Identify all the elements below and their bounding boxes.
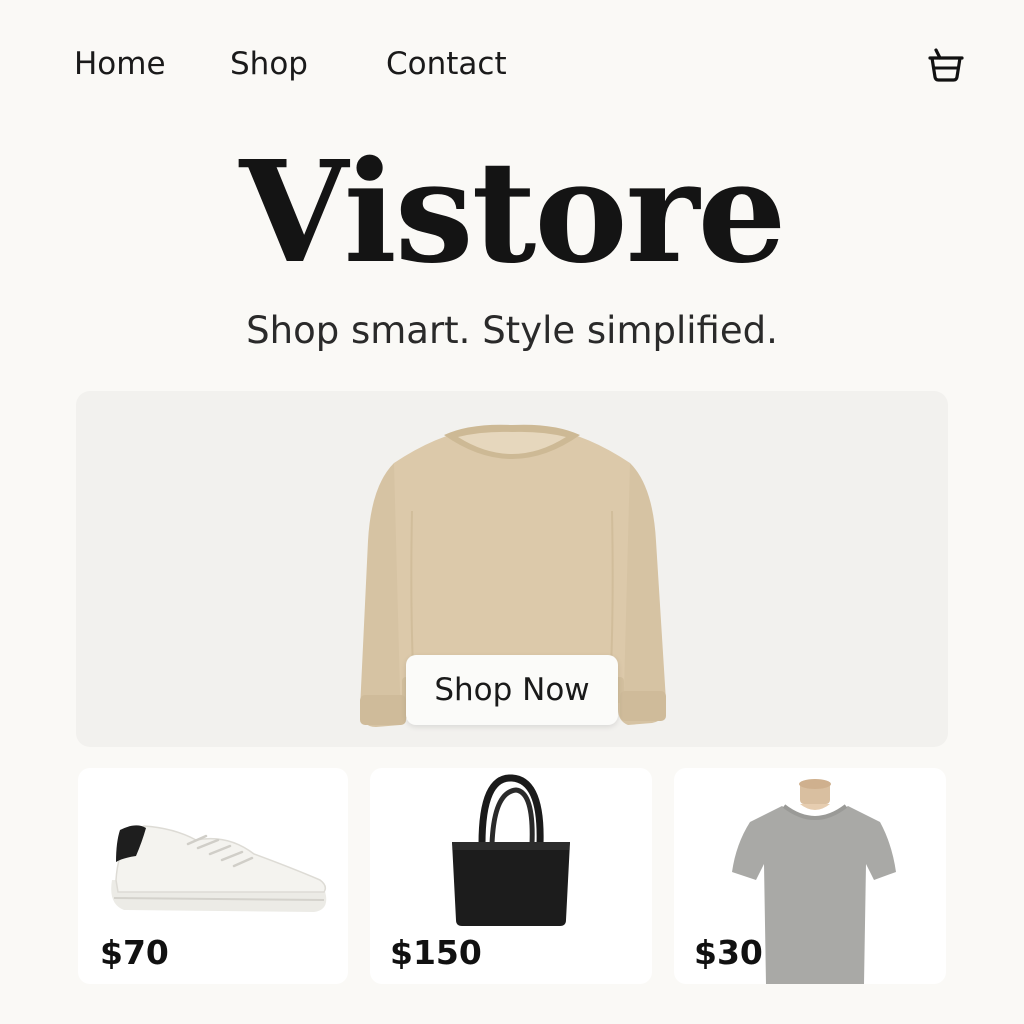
top-nav: Home Shop Contact bbox=[0, 0, 1024, 120]
product-card[interactable]: $150 bbox=[370, 768, 652, 984]
shop-now-button[interactable]: Shop Now bbox=[406, 655, 618, 725]
product-price: $150 bbox=[390, 933, 482, 972]
product-price: $70 bbox=[100, 933, 169, 972]
product-price: $30 bbox=[694, 933, 763, 972]
shopping-basket-icon bbox=[928, 48, 964, 82]
cart-button[interactable] bbox=[924, 44, 968, 88]
nav-link-home[interactable]: Home bbox=[74, 44, 166, 84]
nav-link-shop[interactable]: Shop bbox=[230, 44, 308, 84]
product-card[interactable]: $30 bbox=[674, 768, 946, 984]
hero-banner: Shop Now bbox=[76, 391, 948, 747]
tagline: Shop smart. Style simplified. bbox=[246, 309, 778, 352]
product-card[interactable]: $70 bbox=[78, 768, 348, 984]
brand-title: Vistore bbox=[239, 131, 786, 295]
nav-link-contact[interactable]: Contact bbox=[386, 44, 507, 84]
